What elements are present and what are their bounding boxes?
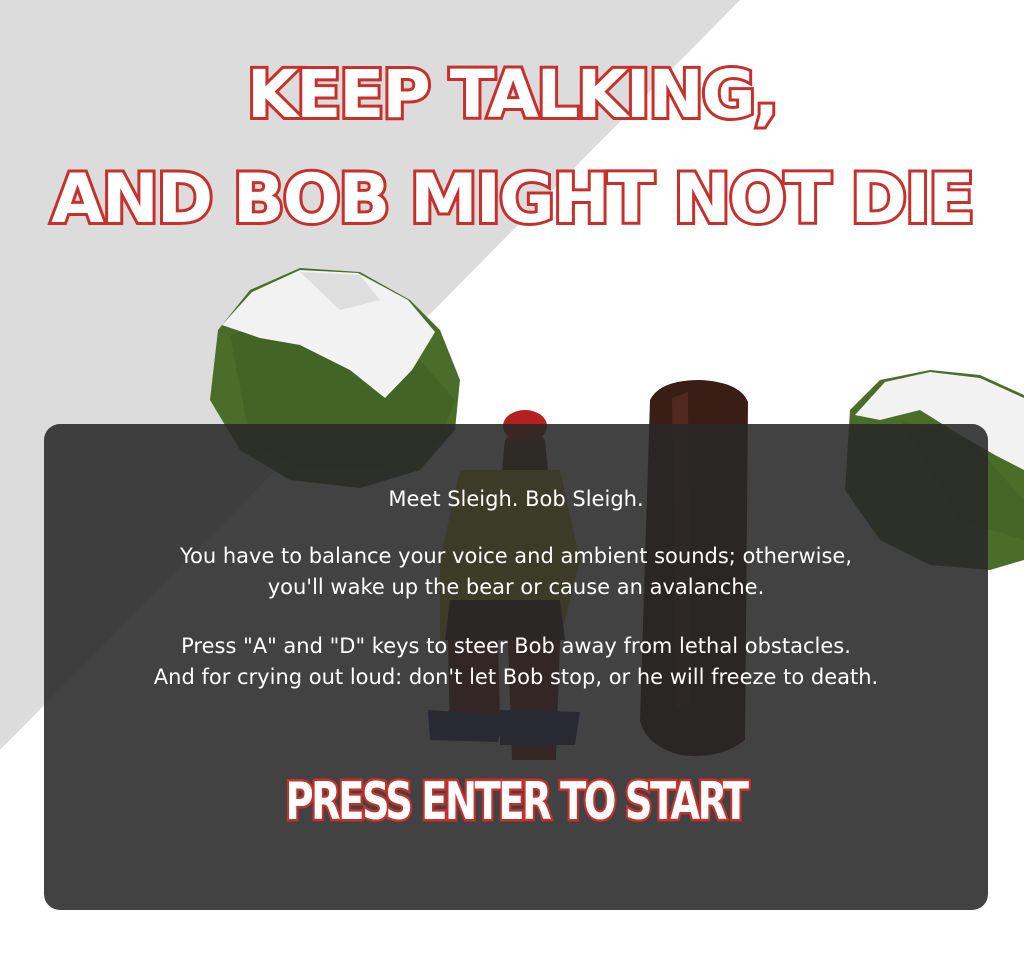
intro-controls-line-2: And for crying out loud: don't let Bob s… (153, 665, 879, 689)
intro-controls-line-1: Press "A" and "D" keys to steer Bob away… (181, 634, 851, 658)
game-title-line-1: Keep Talking, (244, 56, 782, 133)
press-enter-to-start-prompt[interactable]: Press Enter to Start (129, 770, 903, 835)
intro-tagline: Meet Sleigh. Bob Sleigh. (388, 487, 644, 511)
intro-balance-line-1: You have to balance your voice and ambie… (179, 544, 853, 568)
intro-dialog: Meet Sleigh. Bob Sleigh. You have to bal… (44, 424, 988, 910)
intro-balance-line-2: you'll wake up the bear or cause an aval… (267, 575, 765, 599)
game-title-line-2: and Bob Might not Die (48, 160, 978, 239)
